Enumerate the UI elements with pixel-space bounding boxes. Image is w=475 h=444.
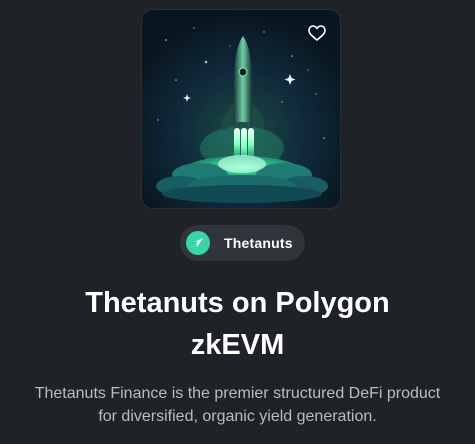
product-description: Thetanuts Finance is the premier structu… [34, 385, 441, 425]
protocol-chip-label: Thetanuts [224, 235, 293, 251]
thetanuts-logo-icon [186, 231, 210, 255]
product-image [141, 9, 341, 209]
page-title: Thetanuts on Polygon zkEVM [85, 287, 390, 361]
protocol-chip[interactable]: Thetanuts [180, 225, 305, 261]
heart-outline-icon [308, 25, 326, 41]
favorite-button[interactable] [306, 22, 328, 44]
product-detail-page: Thetanuts Thetanuts on Polygon zkEVM The… [0, 0, 475, 444]
